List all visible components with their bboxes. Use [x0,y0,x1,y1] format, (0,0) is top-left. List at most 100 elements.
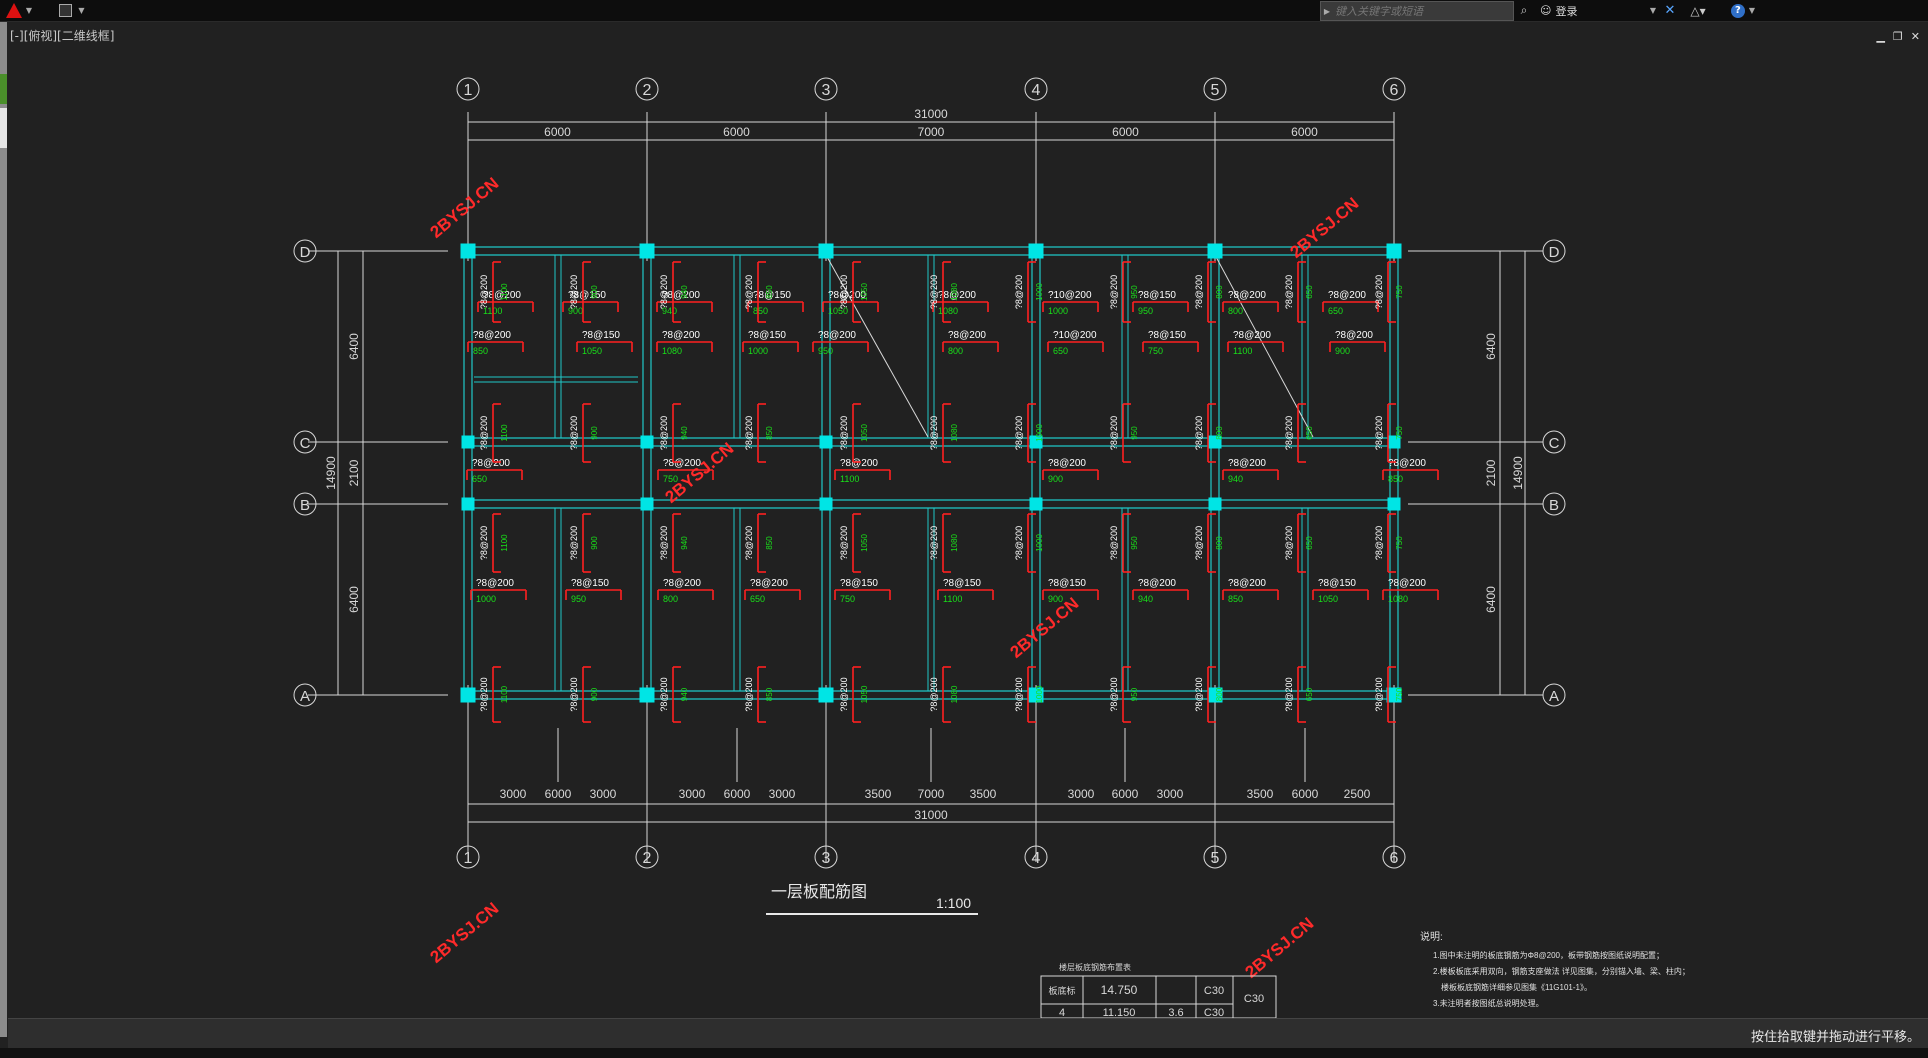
rebar-length-label: 750 [1148,346,1163,356]
rebar-length-label: 800 [1215,536,1224,550]
column [640,497,654,511]
rebar-label: ?8@200 [663,578,701,589]
grid-bubble-label: 4 [1032,850,1041,867]
grid-bubble-label: D [1549,244,1560,261]
rebar-length-label: 950 [818,346,833,356]
rebar-label: ?8@200 [840,458,878,469]
rebar-length-label: 1000 [1035,685,1044,703]
user-icon: ☺ [1540,4,1552,17]
rebar-label: ?8@200 [839,677,849,711]
rebar-length-label: 1100 [500,283,509,301]
rebar-length-label: 750 [1395,536,1404,550]
rebar-length-label: 900 [1048,474,1063,484]
rebar-length-label: 850 [473,346,488,356]
notes-title: 说明: [1420,930,1443,943]
column [639,243,655,259]
rebar-label: ?8@200 [1048,458,1086,469]
dimension-text: 6000 [1112,125,1139,139]
grid-bubble-label: 2 [643,850,652,867]
rebar-label: ?8@200 [569,526,579,560]
rebar-label: ?8@200 [1335,330,1373,341]
rebar-length-label: 1000 [1035,424,1044,442]
rebar-label: ?8@200 [1284,275,1294,309]
a360-icon[interactable]: △▾ [1686,1,1710,20]
dimension-text: 3000 [1068,787,1095,801]
chevron-down-icon: ▼ [25,6,33,15]
exchange-icon[interactable]: ✕ [1662,1,1678,20]
column [1387,497,1401,511]
dimension-text: 6000 [724,787,751,801]
rebar-length-label: 950 [1130,426,1139,440]
column [1386,243,1402,259]
column [461,497,475,511]
grid-bubble-label: B [300,497,310,514]
column [640,435,654,449]
rebar-length-label: 800 [1215,687,1224,701]
rebar-length-label: 940 [680,285,689,299]
rebar-label: ?8@150 [1148,330,1186,341]
search-box[interactable]: ▶ [1320,1,1514,21]
rebar-length-label: 1050 [860,534,869,552]
rebar-label: ?8@200 [948,330,986,341]
table-cell: 11.150 [1103,1007,1136,1018]
dimension-text: 6000 [1291,125,1318,139]
sign-in-button[interactable]: ☺ 登录 ▼ [1540,1,1656,20]
grid-bubble-label: 6 [1390,82,1399,99]
rebar-label: ?8@200 [744,275,754,309]
help-button[interactable]: ? ▼ [1728,1,1758,20]
chevron-down-icon[interactable]: ▼ [78,6,84,15]
rebar-length-label: 1100 [500,685,509,703]
rebar-label: ?8@200 [1284,526,1294,560]
dimension-text: 3000 [590,787,617,801]
dimension-text: 7000 [918,787,945,801]
panel-tab[interactable] [0,74,7,104]
rebar-label: ?8@200 [929,275,939,309]
application-menu-button[interactable]: ▼ [4,1,34,20]
table-cell: 3.6 [1168,1007,1183,1018]
chevron-down-icon: ▼ [1748,6,1756,15]
rebar-length-label: 1100 [840,474,859,484]
dimension-text: 14900 [324,456,338,490]
column [1029,497,1043,511]
column [1207,243,1223,259]
column [1028,243,1044,259]
rebar-length-label: 1100 [500,534,509,552]
drawing-scale: 1:100 [936,895,971,911]
quick-access-toolbar[interactable]: ▼ [52,1,92,20]
rebar-length-label: 1100 [943,594,962,604]
rebar-label: ?8@150 [1048,578,1086,589]
panel-tab[interactable] [0,108,7,148]
column [460,687,476,703]
search-input[interactable] [1333,3,1507,19]
rebar-label: ?8@200 [1109,275,1119,309]
column [1208,497,1222,511]
dimension-text: 3500 [970,787,997,801]
dimension-text: 6400 [347,333,361,360]
rebar-length-label: 950 [1130,285,1139,299]
rebar-label: ?8@200 [929,677,939,711]
dimension-text: 31000 [914,107,948,121]
rebar-length-label: 1000 [1035,534,1044,552]
rebar-length-label: 800 [1215,426,1224,440]
cad-drawing-canvas[interactable]: 1 1 2 2 3 3 4 4 5 5 6 6 D D C C B B A A 31000 6000 6000 7000 600… [8,22,1928,1018]
grid-bubble-label: A [1549,688,1559,705]
rebar-length-label: 1080 [938,306,958,316]
grid-bubble-label: 5 [1211,850,1220,867]
dimension-text: 6400 [1484,333,1498,360]
binoculars-icon[interactable]: ⌕ [1516,1,1532,20]
rebar-length-label: 850 [765,285,774,299]
watermark-text: 2BYSJ.CN [1007,594,1083,662]
dimension-text: 31000 [914,808,948,822]
dimension-text: 2100 [1484,459,1498,486]
table-cell: 4 [1059,1007,1065,1018]
expand-arrow-icon[interactable]: ▶ [1321,7,1333,16]
rebar-length-label: 1050 [860,283,869,301]
rebar-label: ?8@200 [659,526,669,560]
rebar-label: ?10@200 [1053,330,1097,341]
table-border [1040,975,1277,1018]
table-cell: 板底标 [1048,985,1075,996]
rebar-length-label: 900 [590,687,599,701]
rebar-length-label: 1000 [476,594,496,604]
rebar-length-label: 800 [1228,306,1243,316]
save-icon[interactable] [59,4,73,17]
